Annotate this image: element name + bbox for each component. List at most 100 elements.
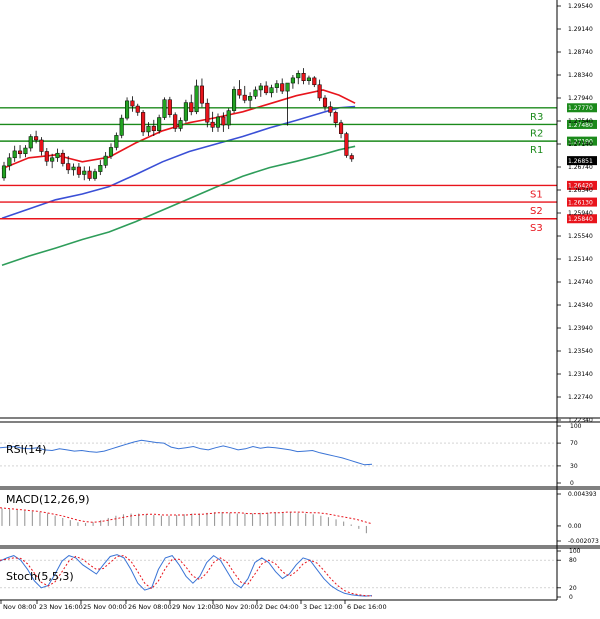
candle-body: [162, 99, 167, 118]
candle-body: [167, 99, 172, 115]
candle-body: [7, 157, 12, 167]
candle-body: [103, 155, 108, 166]
candle-body: [339, 122, 344, 134]
time-axis-label: 3 Dec 12:00: [303, 603, 343, 611]
price-panel: [0, 0, 557, 418]
stoch-tick-label: 20: [569, 585, 577, 592]
candle-body: [264, 85, 269, 94]
price-tick-label: 1.26740: [568, 164, 593, 171]
candle-body: [232, 89, 237, 111]
price-tick-label: 1.24740: [568, 279, 593, 286]
candle-body: [82, 170, 87, 175]
candle-body: [98, 165, 103, 172]
candle-body: [317, 84, 322, 99]
candle-body: [189, 102, 194, 113]
time-axis-label: 26 Nov 08:00: [128, 603, 172, 611]
price-tick-label: 1.27940: [568, 95, 593, 102]
price-tick-label: 1.27140: [568, 141, 593, 148]
candle-body: [60, 152, 65, 164]
price-tick-label: 1.25940: [568, 210, 593, 217]
level-tag-text-s2: 1.26130: [568, 199, 593, 206]
price-tick-label: 1.28340: [568, 72, 593, 79]
level-label-s2: S2: [530, 206, 543, 217]
candle-body: [312, 77, 317, 86]
candle-body: [183, 102, 188, 121]
candle-body: [34, 136, 39, 141]
level-label-s3: S3: [530, 223, 543, 234]
candle-body: [242, 94, 247, 101]
stoch-tick-label: 80: [569, 557, 577, 564]
candle-body: [141, 112, 146, 133]
time-axis-label: 29 Nov 12:00: [172, 603, 216, 611]
rsi-tick-label: 30: [570, 463, 578, 470]
candle-body: [178, 120, 183, 129]
stoch-tick-label: 0: [569, 594, 573, 601]
level-tag-text-s3: 1.25840: [568, 216, 593, 223]
candle-body: [76, 166, 81, 175]
macd-tick-label: 0.00: [568, 523, 582, 530]
rsi-line: [0, 439, 373, 466]
candle-body: [306, 77, 311, 81]
candle-body: [71, 166, 76, 171]
candle-body: [199, 85, 204, 104]
macd-title: MACD(12,26,9): [6, 493, 90, 506]
price-tick-label: 1.29540: [568, 3, 593, 10]
stoch-title: Stoch(5,5,3): [6, 570, 74, 583]
candle-body: [194, 85, 199, 113]
time-axis-label: 25 Nov 00:00: [83, 603, 127, 611]
candle-body: [119, 117, 124, 136]
time-axis-label: 6 Dec 16:00: [347, 603, 387, 611]
candle-body: [114, 135, 119, 148]
macd-signal-line: [0, 507, 373, 525]
rsi-tick-label: 70: [570, 440, 578, 447]
candle-body: [125, 100, 130, 119]
candle-body: [253, 89, 258, 97]
candle-body: [290, 77, 295, 84]
price-tick-label: 1.23940: [568, 325, 593, 332]
price-tick-label: 1.27540: [568, 118, 593, 125]
level-label-r2: R2: [530, 128, 543, 139]
candle-body: [28, 136, 33, 149]
candle-body: [274, 83, 279, 88]
candle-body: [151, 125, 156, 132]
candle-body: [87, 170, 92, 179]
candle-body: [173, 114, 178, 129]
price-tick-label: 1.23140: [568, 371, 593, 378]
level-label-r1: R1: [530, 145, 543, 156]
chart-canvas: R31.27770R21.27480R11.27190S11.26420S21.…: [0, 0, 600, 611]
price-tick-label: 1.26340: [568, 187, 593, 194]
price-tick-label: 1.25140: [568, 256, 593, 263]
macd-tick-label: 0.004393: [568, 491, 597, 498]
macd-tick-label: -0.002073: [568, 538, 599, 545]
candle-body: [248, 96, 253, 101]
candle-body: [108, 147, 114, 157]
candle-body: [210, 121, 215, 128]
candle-body: [344, 133, 349, 156]
candle-body: [1, 165, 7, 179]
candle-body: [92, 171, 98, 179]
candle-body: [205, 102, 210, 123]
rsi-title: RSI(14): [6, 443, 46, 456]
level-tag-text-r3: 1.27770: [568, 105, 593, 112]
candle-body: [50, 157, 55, 162]
time-axis-label: Nov 08:00: [3, 603, 36, 611]
candle-body: [66, 163, 71, 171]
candle-body: [285, 82, 290, 92]
candle-body: [18, 150, 23, 155]
candle-body: [333, 112, 338, 123]
candle-body: [349, 155, 354, 160]
candle-body: [55, 152, 60, 159]
candle-body: [280, 83, 285, 92]
candle-body: [301, 73, 306, 82]
candle-body: [221, 116, 226, 126]
candle-body: [135, 105, 140, 113]
candle-body: [258, 85, 263, 91]
price-tick-label: 1.24340: [568, 302, 593, 309]
price-tick-label: 1.25540: [568, 233, 593, 240]
rsi-tick-label: 100: [570, 423, 582, 430]
candle-body: [12, 150, 17, 159]
candle-body: [23, 147, 28, 155]
candle-body: [146, 125, 151, 133]
candle-body: [322, 97, 328, 107]
rsi-tick-label: 0: [570, 480, 574, 487]
